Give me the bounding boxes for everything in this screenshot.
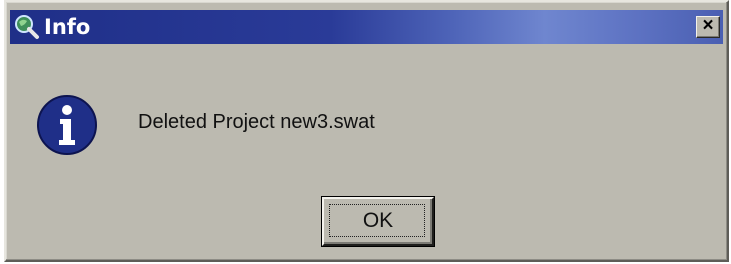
ok-button-label: OK <box>362 209 394 232</box>
title-bar[interactable]: Info × <box>10 10 723 44</box>
dialog-message: Deleted Project new3.swat <box>138 111 375 133</box>
close-button[interactable]: × <box>696 16 720 38</box>
magnifier-globe-icon <box>14 14 40 40</box>
info-dialog: Info × Deleted Project new3.swat OK <box>4 0 729 262</box>
ok-button[interactable]: OK <box>322 197 434 246</box>
close-icon: × <box>702 15 714 36</box>
window-title: Info <box>44 15 91 39</box>
information-icon <box>36 94 98 156</box>
